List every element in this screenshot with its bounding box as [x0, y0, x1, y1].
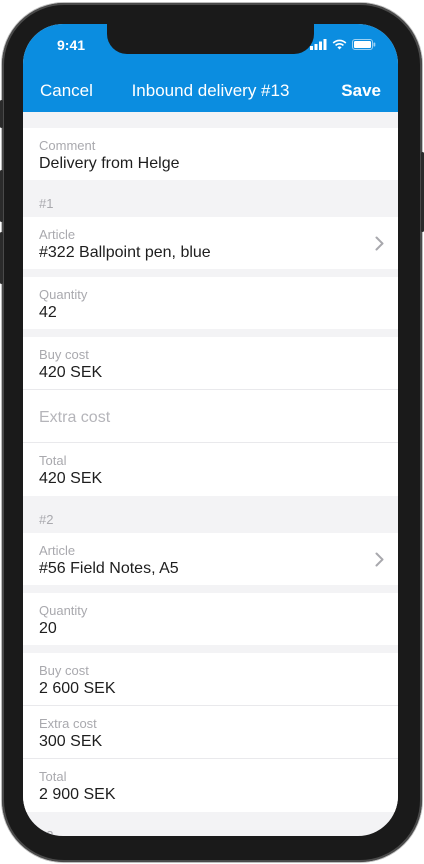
divider [23, 389, 398, 390]
wifi-icon [332, 39, 347, 49]
comment-value: Delivery from Helge [39, 155, 180, 172]
article-value: #56 Field Notes, A5 [39, 560, 179, 577]
quantity-value: 42 [39, 304, 57, 321]
quantity-label: Quantity [39, 287, 88, 302]
battery-icon [352, 38, 376, 50]
notch [107, 24, 314, 54]
quantity-value: 20 [39, 620, 57, 637]
divider [23, 705, 398, 706]
buy-cost-value[interactable]: 420 SEK [39, 364, 102, 382]
total-value: 420 SEK [39, 470, 103, 487]
section-header-item-1: #1 [39, 196, 54, 211]
article-label: Article [39, 227, 76, 242]
chevron-right-icon [375, 552, 384, 567]
divider [23, 442, 398, 443]
buy-cost-label: Buy cost [39, 663, 89, 678]
save-button[interactable]: Save [341, 81, 381, 101]
status-icons [310, 38, 376, 50]
extra-cost-label: Extra cost [39, 716, 97, 731]
side-button [0, 100, 3, 128]
article-value: #322 Ballpoint pen, blue [39, 244, 211, 261]
total-value: 2 900 SEK [39, 786, 116, 803]
buy-cost-label: Buy cost [39, 347, 89, 362]
article-field-1[interactable]: Article #322 Ballpoint pen, blue [23, 217, 398, 269]
buy-cost-value[interactable]: 2 600 SEK [39, 680, 116, 698]
total-label: Total [39, 769, 67, 784]
article-field-2[interactable]: Article #56 Field Notes, A5 [23, 533, 398, 585]
comment-field[interactable]: Comment Delivery from Helge [23, 128, 398, 180]
cost-group-2: Buy cost 2 600 SEK Extra cost 300 SEK To… [23, 653, 398, 812]
cost-group-1: Buy cost 420 SEK Extra cost Total 420 SE… [23, 337, 398, 496]
volume-up-button [0, 170, 3, 222]
screen: 9:41 Inbound delivery #13 Cancel Save Co… [23, 24, 398, 836]
quantity-label: Quantity [39, 603, 88, 618]
quantity-field-2[interactable]: Quantity 20 [23, 593, 398, 645]
cancel-button[interactable]: Cancel [40, 81, 93, 101]
extra-cost-input[interactable]: Extra cost [39, 409, 110, 427]
extra-cost-value[interactable]: 300 SEK [39, 733, 102, 751]
divider [23, 758, 398, 759]
status-time: 9:41 [57, 37, 86, 53]
article-label: Article [39, 543, 76, 558]
quantity-field-1[interactable]: Quantity 42 [23, 277, 398, 329]
section-header-item-3: #3 [39, 828, 54, 836]
comment-label: Comment [39, 138, 96, 153]
volume-down-button [0, 232, 3, 284]
chevron-right-icon [375, 236, 384, 251]
total-label: Total [39, 453, 67, 468]
section-header-item-2: #2 [39, 512, 54, 527]
